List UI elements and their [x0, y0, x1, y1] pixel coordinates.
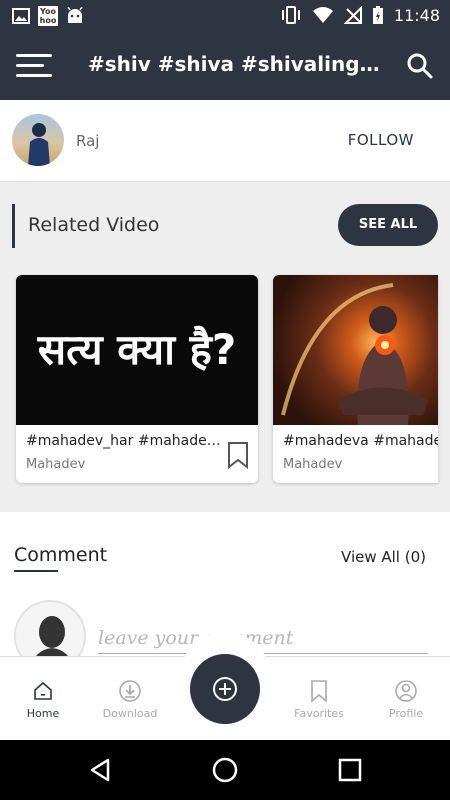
- nav-label: Favorites: [294, 707, 344, 720]
- nav-download[interactable]: Download: [90, 657, 170, 741]
- system-navigation-bar: [0, 740, 450, 800]
- nav-label: Download: [102, 707, 158, 720]
- no-signal-icon: [343, 6, 362, 24]
- video-category: Mahadev: [26, 457, 86, 472]
- section-accent-bar: [12, 204, 15, 248]
- video-thumbnail: सत्य क्या है?: [16, 275, 258, 425]
- hamburger-menu-icon: [16, 54, 52, 77]
- vibrate-icon: [281, 6, 300, 24]
- video-title: #mahadev_har #mahadev_har...: [26, 433, 221, 449]
- bookmark-icon: [311, 680, 327, 703]
- video-category: Mahadev: [283, 457, 343, 472]
- download-icon: [119, 680, 141, 702]
- app-bar: #shiv #shiva #shivalinga...: [0, 32, 450, 100]
- follow-button[interactable]: FOLLOW: [348, 131, 414, 149]
- search-icon: [407, 53, 433, 79]
- related-video-title: Related Video: [28, 214, 160, 236]
- nav-favorites[interactable]: Favorites: [279, 657, 359, 741]
- author-name[interactable]: Raj: [76, 132, 99, 150]
- system-home-button[interactable]: [211, 756, 239, 784]
- image-icon: [12, 8, 30, 24]
- nav-profile[interactable]: Profile: [366, 657, 446, 741]
- comment-input[interactable]: [98, 622, 428, 654]
- nav-home[interactable]: Home: [3, 657, 83, 741]
- avatar[interactable]: [12, 114, 64, 166]
- recents-button[interactable]: [336, 756, 364, 784]
- back-button[interactable]: [86, 756, 114, 784]
- back-icon: [90, 758, 110, 782]
- add-button[interactable]: [190, 654, 260, 724]
- add-circle-icon: [213, 677, 237, 701]
- video-card[interactable]: सत्य क्या है? #mahadev_har #mahadev_har.…: [16, 275, 258, 483]
- video-thumbnail: [273, 275, 438, 425]
- menu-button[interactable]: [16, 52, 52, 80]
- view-all-comments-link[interactable]: View All (0): [341, 548, 426, 566]
- person-silhouette-icon: [28, 123, 50, 166]
- related-videos-section: Related Video SEE ALL सत्य क्या है? #mah…: [0, 182, 450, 512]
- yoohoo-icon: Yoo hoo: [38, 6, 58, 26]
- video-card[interactable]: #mahadeva #mahadev Mahadev: [273, 275, 438, 483]
- page-title: #shiv #shiva #shivalinga...: [88, 52, 380, 76]
- status-bar: Yoo hoo 11:48: [0, 0, 450, 32]
- profile-icon: [395, 680, 417, 702]
- bookmark-button[interactable]: [226, 441, 250, 470]
- recents-icon: [338, 758, 362, 782]
- comment-title-underline: [14, 570, 58, 572]
- android-icon: [67, 7, 83, 23]
- wifi-icon: [312, 7, 333, 23]
- bookmark-icon: [228, 442, 248, 470]
- search-button[interactable]: [406, 52, 434, 80]
- author-card: Raj FOLLOW: [0, 100, 450, 182]
- home-icon: [34, 681, 52, 700]
- clock: 11:48: [393, 5, 440, 25]
- battery-charging-icon: [372, 6, 383, 24]
- comment-title: Comment: [14, 544, 108, 566]
- see-all-button[interactable]: SEE ALL: [338, 204, 438, 246]
- video-title: #mahadeva #mahadev: [283, 433, 438, 449]
- shiva-meditation-image: [281, 283, 428, 425]
- nav-label: Profile: [388, 707, 424, 720]
- home-circle-icon: [212, 757, 238, 783]
- yoohoo-label: Yoo hoo: [39, 7, 57, 25]
- nav-label: Home: [26, 707, 60, 720]
